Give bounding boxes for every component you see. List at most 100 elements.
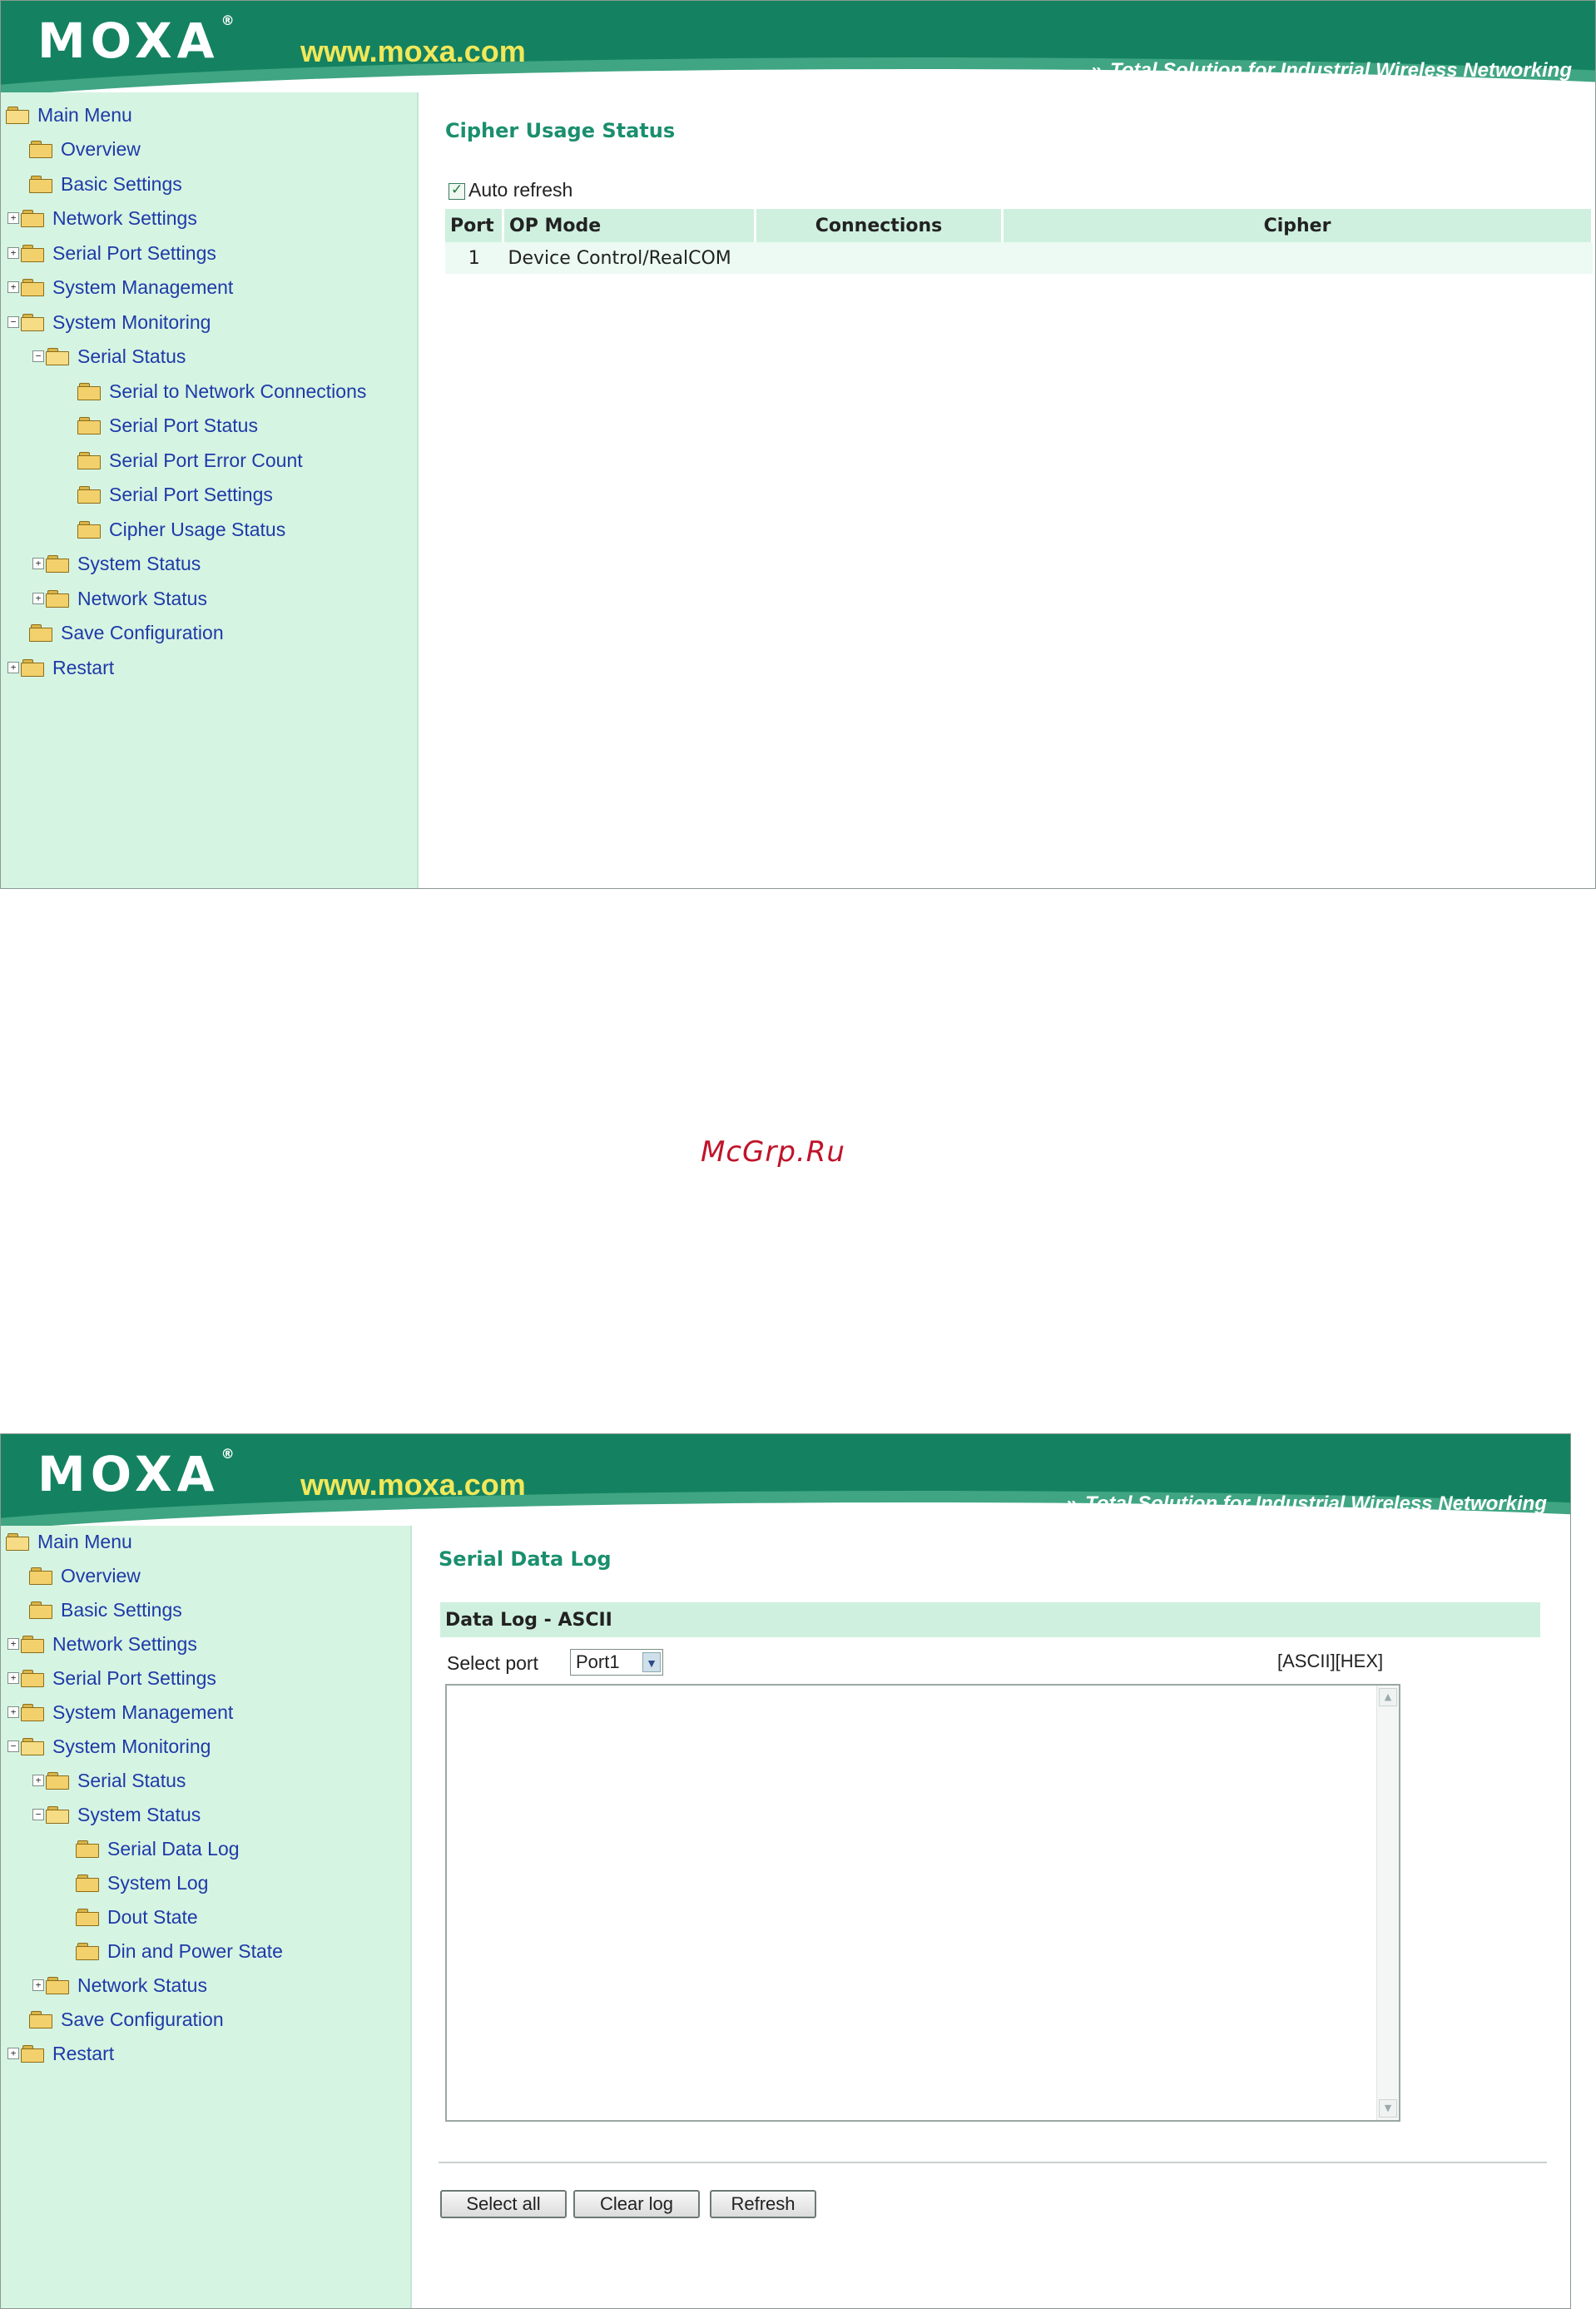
expand-icon[interactable]: +	[32, 558, 44, 569]
expand-icon[interactable]: +	[7, 662, 19, 673]
menu-serial-data-log[interactable]: Serial Data Log	[76, 1835, 240, 1863]
content-area: Serial Data Log Data Log - ASCII Select …	[412, 1526, 1570, 2308]
menu-system-status[interactable]: − System Status	[32, 1800, 201, 1829]
menu-network-settings[interactable]: + Network Settings	[7, 1630, 197, 1658]
folder-icon	[46, 590, 69, 608]
menu-basic-settings[interactable]: Basic Settings	[29, 1596, 182, 1624]
auto-refresh-checkbox[interactable]: Auto refresh	[449, 179, 572, 201]
folder-icon	[76, 1875, 99, 1892]
menu-system-status[interactable]: + System Status	[32, 549, 201, 578]
collapse-icon[interactable]: −	[32, 1809, 44, 1820]
folder-icon	[29, 141, 52, 158]
menu-overview[interactable]: Overview	[29, 1562, 141, 1590]
tagline: » Total Solution for Industrial Wireless …	[1090, 59, 1572, 82]
cell-cipher	[1002, 242, 1593, 274]
expand-icon[interactable]: +	[32, 1775, 44, 1786]
folder-open-icon	[46, 348, 69, 365]
cell-connections	[755, 242, 1003, 274]
folder-open-icon	[21, 314, 44, 331]
folder-icon	[46, 555, 69, 573]
page-title: Cipher Usage Status	[445, 119, 676, 142]
folder-icon	[29, 1601, 52, 1619]
scroll-up-icon[interactable]: ▲	[1379, 1688, 1397, 1706]
expand-icon[interactable]: +	[7, 2048, 19, 2059]
folder-open-icon	[6, 107, 29, 124]
scroll-down-icon[interactable]: ▼	[1379, 2099, 1397, 2118]
menu-basic-settings[interactable]: Basic Settings	[29, 170, 182, 198]
menu-restart[interactable]: + Restart	[7, 653, 114, 682]
content-area: Cipher Usage Status Auto refresh Port OP…	[419, 92, 1595, 888]
folder-icon	[46, 1977, 69, 1994]
menu-main[interactable]: Main Menu	[6, 1527, 132, 1556]
menu-save-configuration[interactable]: Save Configuration	[29, 618, 224, 647]
cipher-usage-window: MOXA ® www.moxa.com » Total Solution for I…	[0, 0, 1596, 889]
menu-serial-port-error-count[interactable]: Serial Port Error Count	[77, 446, 303, 474]
col-cipher: Cipher	[1002, 209, 1594, 242]
folder-icon	[21, 659, 44, 677]
folder-icon	[21, 245, 44, 262]
expand-icon[interactable]: +	[7, 247, 19, 259]
menu-overview[interactable]: Overview	[29, 135, 141, 163]
menu-serial-port-status[interactable]: Serial Port Status	[77, 411, 258, 439]
clear-log-button[interactable]: Clear log	[573, 2190, 700, 2218]
menu-save-configuration[interactable]: Save Configuration	[29, 2005, 224, 2033]
tagline: » Total Solution for Industrial Wireless …	[1065, 1492, 1547, 1515]
data-log-textarea[interactable]: ▲ ▼	[445, 1684, 1400, 2122]
folder-open-icon	[46, 1806, 69, 1824]
menu-system-management[interactable]: + System Management	[7, 273, 233, 301]
folder-icon	[76, 1943, 99, 1960]
folder-icon	[21, 2045, 44, 2063]
collapse-icon[interactable]: −	[7, 316, 19, 328]
folder-icon	[46, 1772, 69, 1790]
header-banner: MOXA ® www.moxa.com » Total Solution for I…	[1, 1, 1595, 92]
select-all-button[interactable]: Select all	[440, 2190, 567, 2218]
folder-icon	[77, 452, 101, 469]
folder-icon	[21, 210, 44, 227]
menu-dout-state[interactable]: Dout State	[76, 1903, 198, 1931]
menu-main[interactable]: Main Menu	[6, 101, 132, 129]
collapse-icon[interactable]: −	[32, 350, 44, 362]
menu-system-monitoring[interactable]: − System Monitoring	[7, 308, 211, 336]
expand-icon[interactable]: +	[32, 1979, 44, 1991]
menu-serial-status[interactable]: + Serial Status	[32, 1766, 186, 1795]
folder-icon	[77, 417, 101, 434]
menu-system-monitoring[interactable]: − System Monitoring	[7, 1732, 211, 1760]
main-menu-tree: Main Menu Overview Basic Settings + Netwo…	[1, 1526, 412, 2308]
menu-din-and-power-state[interactable]: Din and Power State	[76, 1937, 283, 1965]
double-chevron-icon: »	[1090, 59, 1103, 82]
expand-icon[interactable]: +	[7, 1638, 19, 1650]
vertical-scrollbar[interactable]: ▲ ▼	[1376, 1686, 1399, 2120]
double-chevron-icon: »	[1065, 1492, 1078, 1515]
expand-icon[interactable]: +	[7, 1706, 19, 1718]
menu-serial-port-settings-status[interactable]: Serial Port Settings	[77, 480, 273, 509]
menu-restart[interactable]: + Restart	[7, 2039, 114, 2068]
folder-icon	[21, 1704, 44, 1721]
folder-icon	[29, 2011, 52, 2028]
menu-serial-port-settings[interactable]: + Serial Port Settings	[7, 239, 216, 267]
collapse-icon[interactable]: −	[7, 1740, 19, 1752]
select-port-label: Select port	[447, 1652, 538, 1674]
menu-serial-to-network-connections[interactable]: Serial to Network Connections	[77, 377, 366, 405]
port-select[interactable]: Port1 ▼	[570, 1649, 663, 1676]
folder-icon	[21, 1670, 44, 1687]
menu-network-status[interactable]: + Network Status	[32, 584, 207, 613]
expand-icon[interactable]: +	[7, 212, 19, 224]
folder-icon	[21, 279, 44, 296]
menu-network-settings[interactable]: + Network Settings	[7, 204, 197, 232]
expand-icon[interactable]: +	[7, 281, 19, 293]
expand-icon[interactable]: +	[7, 1672, 19, 1684]
folder-icon	[77, 486, 101, 504]
expand-icon[interactable]: +	[32, 593, 44, 604]
chevron-down-icon[interactable]: ▼	[642, 1652, 661, 1672]
col-op-mode: OP Mode	[503, 209, 756, 242]
menu-serial-port-settings[interactable]: + Serial Port Settings	[7, 1664, 216, 1692]
folder-icon	[77, 521, 101, 539]
menu-network-status[interactable]: + Network Status	[32, 1971, 207, 1999]
ascii-hex-links[interactable]: [ASCII][HEX]	[1277, 1651, 1383, 1672]
menu-system-management[interactable]: + System Management	[7, 1698, 233, 1726]
menu-serial-status[interactable]: − Serial Status	[32, 342, 186, 370]
menu-system-log[interactable]: System Log	[76, 1869, 208, 1897]
refresh-button[interactable]: Refresh	[710, 2190, 816, 2218]
checkbox-checked-icon[interactable]	[449, 181, 465, 200]
menu-cipher-usage-status[interactable]: Cipher Usage Status	[77, 515, 285, 544]
